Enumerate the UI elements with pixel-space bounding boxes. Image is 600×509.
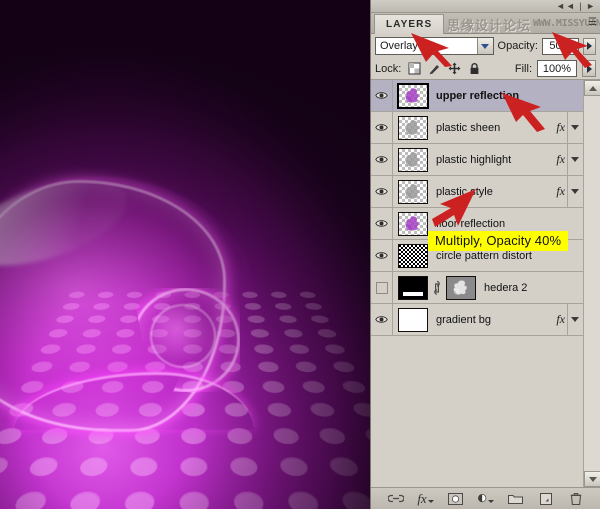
layer-row[interactable]: upper reflection bbox=[371, 80, 583, 112]
layer-row[interactable]: plastic style fx bbox=[371, 176, 583, 208]
layer-list-scrollbar[interactable] bbox=[583, 80, 600, 487]
layer-list[interactable]: upper reflectionplastic sheenfxplastic h… bbox=[371, 80, 583, 487]
new-layer-icon[interactable] bbox=[538, 491, 554, 506]
eye-off-icon[interactable] bbox=[375, 281, 388, 294]
layer-name: plastic highlight bbox=[436, 154, 511, 166]
layer-visibility-toggle[interactable] bbox=[371, 208, 393, 239]
layer-name: gradient bg bbox=[436, 314, 491, 326]
blend-mode-select[interactable]: Overlay bbox=[375, 37, 494, 55]
opacity-input[interactable]: 50% bbox=[542, 38, 579, 55]
fill-slider-arrow-icon[interactable] bbox=[582, 60, 596, 77]
layer-name: hedera 2 bbox=[484, 282, 527, 294]
layers-panel-toolbar: fx bbox=[371, 487, 600, 509]
mask-link-icon[interactable] bbox=[432, 280, 442, 296]
fill-value: 100% bbox=[543, 63, 571, 75]
opacity-slider-arrow-icon[interactable] bbox=[583, 38, 596, 55]
eye-icon[interactable] bbox=[375, 217, 388, 230]
lock-label: Lock: bbox=[375, 63, 401, 75]
lock-row: Lock: Fill: 100% bbox=[371, 58, 600, 80]
eye-icon[interactable] bbox=[375, 121, 388, 134]
layer-thumbnail[interactable] bbox=[398, 212, 428, 236]
eye-icon[interactable] bbox=[375, 185, 388, 198]
layer-visibility-toggle[interactable] bbox=[371, 80, 393, 111]
layer-visibility-toggle[interactable] bbox=[371, 304, 393, 335]
layer-effects-fx-icon[interactable]: fx bbox=[556, 304, 565, 335]
layer-effects-expand-icon[interactable] bbox=[567, 176, 581, 207]
opacity-label: Opacity: bbox=[498, 40, 538, 52]
layer-effects-expand-icon[interactable] bbox=[567, 112, 581, 143]
layer-effects-fx-icon[interactable]: fx bbox=[556, 144, 565, 175]
layer-row[interactable]: gradient bg fx bbox=[371, 304, 583, 336]
tab-layers[interactable]: LAYERS bbox=[374, 14, 444, 34]
panel-collapse-bar[interactable]: ◄◄ | ► bbox=[371, 0, 600, 13]
layer-visibility-toggle[interactable] bbox=[371, 176, 393, 207]
layer-thumbnail[interactable] bbox=[398, 84, 428, 108]
chevron-down-icon[interactable] bbox=[477, 38, 493, 54]
canvas-vignette bbox=[0, 0, 370, 509]
panel-menu-icon[interactable]: ☰ bbox=[588, 18, 597, 28]
eye-icon[interactable] bbox=[375, 313, 388, 326]
add-layer-mask-icon[interactable] bbox=[448, 491, 464, 506]
watermark-chinese: 思缘设计论坛 bbox=[447, 15, 531, 34]
layer-name: plastic style bbox=[436, 186, 493, 198]
layer-row[interactable]: plastic highlight fx bbox=[371, 144, 583, 176]
panel-tab-row: LAYERS 思缘设计论坛 WWW.MISSYUAN.COM ☰ bbox=[371, 13, 600, 34]
scroll-down-button[interactable] bbox=[584, 471, 600, 487]
layer-row[interactable]: plastic sheen fx bbox=[371, 112, 583, 144]
layer-style-fx-icon[interactable]: fx bbox=[418, 491, 434, 506]
layer-name: circle pattern distort bbox=[436, 250, 532, 262]
layer-mask-thumbnail[interactable] bbox=[446, 276, 476, 300]
layer-thumbnail[interactable] bbox=[398, 308, 428, 332]
layers-panel: ◄◄ | ► LAYERS 思缘设计论坛 WWW.MISSYUAN.COM ☰ … bbox=[370, 0, 600, 509]
new-group-icon[interactable] bbox=[508, 491, 524, 506]
eye-icon[interactable] bbox=[375, 249, 388, 262]
collapse-chevrons-icon[interactable]: ◄◄ | ► bbox=[556, 1, 596, 12]
blend-mode-row: Overlay Opacity: 50% bbox=[371, 34, 600, 58]
image-canvas[interactable] bbox=[0, 0, 370, 509]
layer-name: floor reflection bbox=[436, 218, 505, 230]
scroll-up-button[interactable] bbox=[584, 80, 600, 96]
layer-thumbnail[interactable] bbox=[398, 276, 428, 300]
lock-all-icon[interactable] bbox=[468, 62, 481, 75]
layer-visibility-toggle[interactable] bbox=[371, 272, 393, 303]
layer-visibility-toggle[interactable] bbox=[371, 144, 393, 175]
opacity-value: 50% bbox=[549, 40, 571, 52]
tab-layers-label: LAYERS bbox=[386, 19, 432, 30]
lock-transparency-icon[interactable] bbox=[408, 62, 421, 75]
layer-thumbnail[interactable] bbox=[398, 180, 428, 204]
layer-effects-fx-icon[interactable]: fx bbox=[556, 112, 565, 143]
lock-image-pixels-icon[interactable] bbox=[428, 62, 441, 75]
layer-thumbnail[interactable] bbox=[398, 148, 428, 172]
layer-row[interactable]: hedera 2 bbox=[371, 272, 583, 304]
layer-thumbnail[interactable] bbox=[398, 116, 428, 140]
layer-effects-expand-icon[interactable] bbox=[567, 144, 581, 175]
layer-visibility-toggle[interactable] bbox=[371, 240, 393, 271]
link-layers-icon[interactable] bbox=[388, 491, 404, 506]
layer-name: upper reflection bbox=[436, 90, 519, 102]
eye-icon[interactable] bbox=[375, 153, 388, 166]
adjustment-layer-icon[interactable] bbox=[478, 491, 494, 506]
layer-thumbnail[interactable] bbox=[398, 244, 428, 268]
layer-effects-expand-icon[interactable] bbox=[567, 304, 581, 335]
eye-icon[interactable] bbox=[375, 89, 388, 102]
layer-effects-fx-icon[interactable]: fx bbox=[556, 176, 565, 207]
blend-mode-value: Overlay bbox=[380, 40, 418, 52]
fill-input[interactable]: 100% bbox=[537, 60, 577, 77]
lock-position-icon[interactable] bbox=[448, 62, 461, 75]
delete-layer-icon[interactable] bbox=[568, 491, 584, 506]
layer-name: plastic sheen bbox=[436, 122, 500, 134]
annotation-note-multiply-opacity: Multiply, Opacity 40% bbox=[428, 231, 568, 251]
layer-visibility-toggle[interactable] bbox=[371, 112, 393, 143]
fill-label: Fill: bbox=[515, 63, 532, 75]
